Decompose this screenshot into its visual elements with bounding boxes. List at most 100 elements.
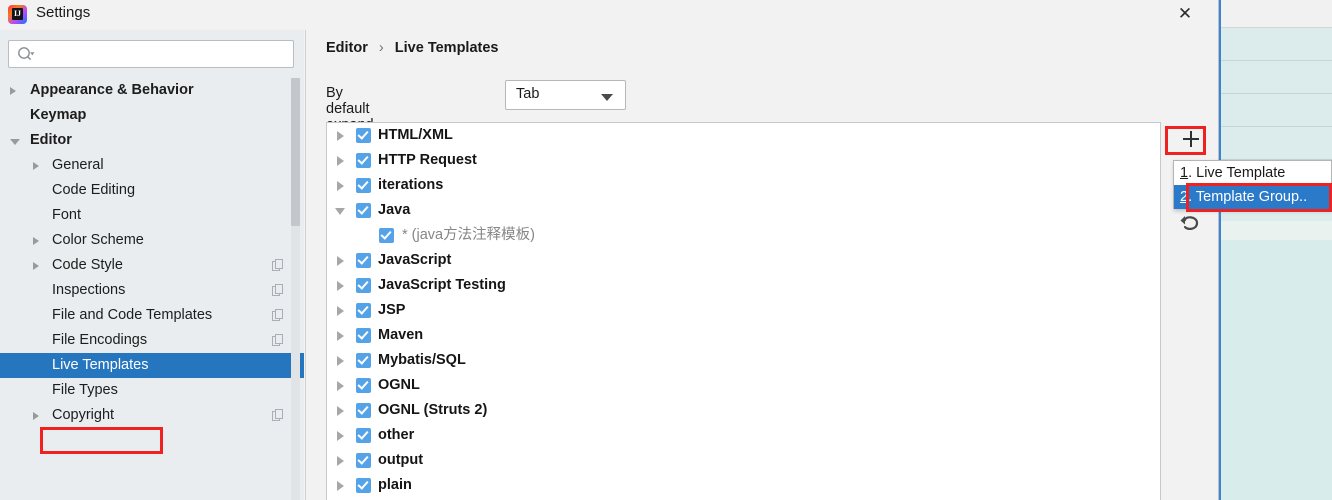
background-editor-window	[1219, 0, 1332, 500]
template-group-row[interactable]: Mybatis/SQL	[327, 348, 1160, 373]
template-group-row[interactable]: output	[327, 448, 1160, 473]
template-group-row[interactable]: Maven	[327, 323, 1160, 348]
template-group-row[interactable]: * (java方法注释模板)	[327, 223, 1160, 248]
checkbox-checked[interactable]	[356, 403, 371, 418]
sidebar-item-file-and-code-templates[interactable]: File and Code Templates	[0, 303, 304, 328]
template-group-row[interactable]: JSP	[327, 298, 1160, 323]
checkbox-checked[interactable]	[356, 478, 371, 493]
background-gap	[1219, 221, 1332, 240]
sidebar-item-live-templates[interactable]: Live Templates	[0, 353, 304, 378]
menu-item-mnemonic: 2	[1180, 189, 1189, 205]
background-lower-area	[1219, 240, 1332, 500]
template-group-row[interactable]: iterations	[327, 173, 1160, 198]
chevron-down-icon[interactable]	[335, 208, 345, 215]
menu-item-live-template[interactable]: 1. Live Template	[1174, 161, 1331, 185]
chevron-down-icon[interactable]	[10, 139, 20, 145]
chevron-right-icon[interactable]	[337, 156, 344, 166]
sidebar-item-file-encodings[interactable]: File Encodings	[0, 328, 304, 353]
sidebar-item-keymap[interactable]: Keymap	[0, 103, 304, 128]
sidebar-item-color-scheme[interactable]: Color Scheme	[0, 228, 304, 253]
sidebar-scrollbar-thumb[interactable]	[291, 78, 300, 226]
sidebar-item-copyright[interactable]: Copyright	[0, 403, 304, 428]
checkbox-checked[interactable]	[379, 228, 394, 243]
template-group-label: other	[378, 427, 415, 443]
checkbox-checked[interactable]	[356, 453, 371, 468]
chevron-right-icon[interactable]	[33, 237, 39, 245]
checkbox-checked[interactable]	[356, 428, 371, 443]
checkbox-checked[interactable]	[356, 153, 371, 168]
breadcrumb-separator: ›	[378, 40, 384, 56]
add-button[interactable]	[1163, 122, 1219, 156]
template-group-row[interactable]: OGNL	[327, 373, 1160, 398]
template-group-label: HTTP Request	[378, 152, 477, 168]
sidebar-item-general[interactable]: General	[0, 153, 304, 178]
template-group-label: JSP	[378, 302, 406, 318]
checkbox-checked[interactable]	[356, 278, 371, 293]
sidebar-item-label: Font	[52, 207, 82, 223]
sidebar-item-code-editing[interactable]: Code Editing	[0, 178, 304, 203]
template-group-row[interactable]: JavaScript	[327, 248, 1160, 273]
chevron-right-icon[interactable]	[337, 431, 344, 441]
sidebar-item-font[interactable]: Font	[0, 203, 304, 228]
sidebar-item-label: File Encodings	[52, 332, 148, 348]
checkbox-checked[interactable]	[356, 253, 371, 268]
template-group-row[interactable]: Java	[327, 198, 1160, 223]
template-group-row[interactable]: plain	[327, 473, 1160, 498]
copy-icon	[272, 259, 283, 271]
dialog-title: Settings	[36, 4, 91, 21]
chevron-right-icon[interactable]	[337, 181, 344, 191]
sidebar-item-label: Color Scheme	[52, 232, 144, 248]
breadcrumb-current: Live Templates	[394, 40, 499, 56]
live-templates-tree[interactable]: HTML/XML HTTP Request iterations Java * (jav…	[326, 122, 1161, 500]
revert-button[interactable]	[1163, 207, 1219, 241]
sidebar-item-appearance-behavior[interactable]: Appearance & Behavior	[0, 78, 304, 103]
chevron-right-icon[interactable]	[337, 256, 344, 266]
chevron-right-icon[interactable]	[337, 131, 344, 141]
sidebar-item-label: Editor	[30, 132, 72, 148]
sidebar-item-inspections[interactable]: Inspections	[0, 278, 304, 303]
template-group-row[interactable]: OGNL (Struts 2)	[327, 398, 1160, 423]
chevron-right-icon[interactable]	[10, 87, 16, 95]
template-group-row[interactable]: HTML/XML	[327, 123, 1160, 148]
chevron-right-icon[interactable]	[337, 331, 344, 341]
checkbox-checked[interactable]	[356, 328, 371, 343]
template-group-row[interactable]: HTTP Request	[327, 148, 1160, 173]
chevron-right-icon[interactable]	[33, 412, 39, 420]
checkbox-checked[interactable]	[356, 353, 371, 368]
menu-item-label: . Template Group..	[1188, 189, 1308, 205]
dialog-title-bar: IJ Settings ✕	[0, 0, 1218, 30]
sidebar-item-editor[interactable]: Editor	[0, 128, 304, 153]
sidebar-scrollbar[interactable]	[291, 78, 300, 500]
checkbox-checked[interactable]	[356, 303, 371, 318]
template-group-row[interactable]: JavaScript Testing	[327, 273, 1160, 298]
undo-arrow-icon	[1180, 216, 1199, 230]
sidebar-item-label: Copyright	[52, 407, 115, 423]
chevron-right-icon[interactable]	[337, 356, 344, 366]
sidebar-item-code-style[interactable]: Code Style	[0, 253, 304, 278]
chevron-right-icon[interactable]	[337, 306, 344, 316]
copy-icon	[272, 334, 283, 346]
settings-nav-tree[interactable]: Appearance & Behavior Keymap Editor General…	[0, 78, 304, 500]
chevron-right-icon[interactable]	[33, 162, 39, 170]
checkbox-checked[interactable]	[356, 128, 371, 143]
checkbox-checked[interactable]	[356, 378, 371, 393]
menu-item-template-group[interactable]: 2. Template Group..	[1174, 185, 1331, 209]
breadcrumb-parent[interactable]: Editor	[326, 40, 368, 56]
checkbox-checked[interactable]	[356, 203, 371, 218]
search-input[interactable]	[8, 40, 294, 68]
close-icon[interactable]: ✕	[1172, 2, 1198, 26]
chevron-right-icon[interactable]	[337, 481, 344, 491]
chevron-right-icon[interactable]	[337, 281, 344, 291]
chevron-right-icon[interactable]	[337, 456, 344, 466]
template-group-row[interactable]: other	[327, 423, 1160, 448]
chevron-right-icon[interactable]	[337, 406, 344, 416]
template-group-label: HTML/XML	[378, 127, 453, 143]
sidebar-item-label: Appearance & Behavior	[30, 82, 194, 98]
checkbox-checked[interactable]	[356, 178, 371, 193]
add-popup-menu[interactable]: 1. Live Template 2. Template Group..	[1173, 160, 1332, 209]
chevron-right-icon[interactable]	[33, 262, 39, 270]
copy-icon	[272, 284, 283, 296]
chevron-right-icon[interactable]	[337, 381, 344, 391]
expand-with-select[interactable]: Tab	[505, 80, 626, 110]
sidebar-item-file-types[interactable]: File Types	[0, 378, 304, 403]
